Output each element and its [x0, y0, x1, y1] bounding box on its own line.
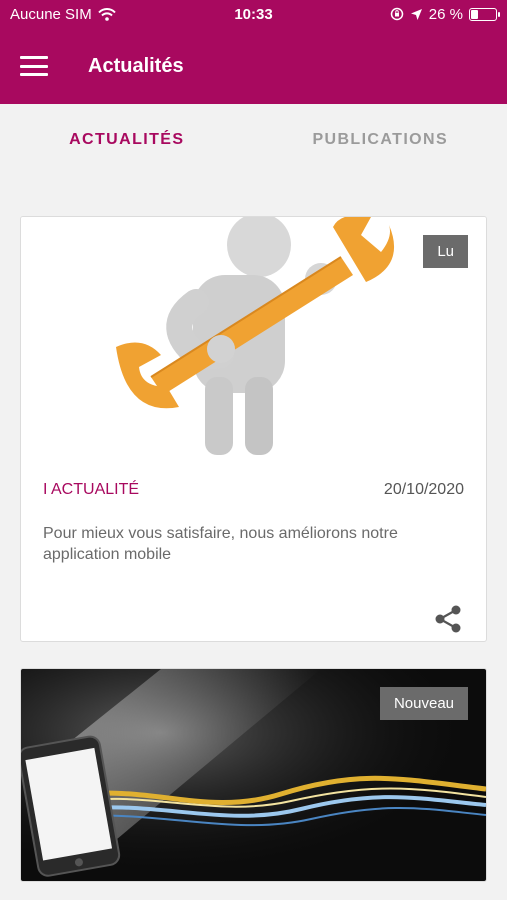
wrench-figure-illustration	[116, 217, 395, 455]
card-meta: I ACTUALITÉ 20/10/2020	[43, 481, 464, 499]
category-label: I ACTUALITÉ	[43, 481, 140, 498]
battery-fill	[471, 9, 478, 19]
carrier-label: Aucune SIM	[10, 5, 92, 23]
news-image: Nouveau	[21, 669, 486, 881]
date-label: 20/10/2020	[383, 481, 464, 498]
status-bar: Aucune SIM 10:33 26 %	[0, 0, 507, 28]
news-card[interactable]: Lu I ACTUALITÉ 20/10/2020 Pour mieux vou…	[20, 216, 487, 642]
tab-actualites[interactable]: ACTUALITÉS	[0, 104, 254, 176]
tab-bar: ACTUALITÉS PUBLICATIONS	[0, 104, 507, 176]
battery-percent: 26 %	[428, 5, 463, 23]
tab-publications[interactable]: PUBLICATIONS	[254, 104, 507, 176]
status-left: Aucune SIM	[10, 6, 390, 23]
page-title: Actualités	[88, 54, 184, 77]
news-excerpt: Pour mieux vous satisfaire, nous amélior…	[43, 525, 398, 563]
share-icon[interactable]	[432, 603, 464, 635]
status-right: 26 %	[390, 5, 500, 23]
battery-icon	[469, 7, 500, 21]
hamburger-icon[interactable]	[20, 56, 48, 76]
news-card[interactable]: Nouveau	[20, 668, 487, 882]
read-badge: Lu	[423, 235, 468, 268]
card-body: I ACTUALITÉ 20/10/2020 Pour mieux vous s…	[21, 481, 486, 565]
location-icon	[410, 8, 422, 20]
screen-lock-icon	[390, 7, 404, 21]
new-badge: Nouveau	[379, 687, 468, 720]
news-image: Lu	[21, 217, 486, 455]
wifi-icon	[97, 7, 116, 21]
app-bar: Actualités	[0, 28, 507, 104]
